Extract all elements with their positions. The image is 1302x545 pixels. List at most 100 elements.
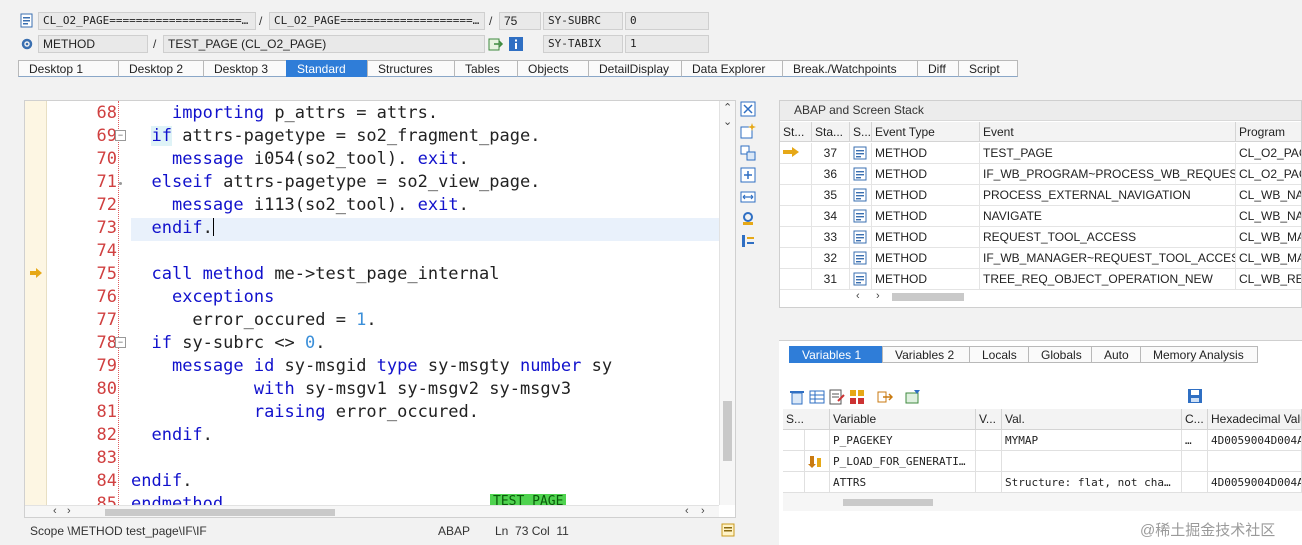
stack-program-cell[interactable]: CL_WB_REF [1236,269,1301,290]
stack-type-icon[interactable] [850,227,872,248]
variable-hex-cell[interactable]: 4D0059004D004A [1208,430,1302,451]
breakpoint-gutter[interactable] [25,101,47,517]
stack-type-icon[interactable] [850,248,872,269]
fold-toggle-icon[interactable]: − [115,130,126,141]
variable-status-cell[interactable] [805,451,830,472]
edit-list-icon[interactable] [829,389,845,408]
stack-event-type-cell[interactable]: METHOD [872,248,980,269]
tab-standard[interactable]: Standard [286,60,368,77]
tab-script[interactable]: Script [958,60,1018,77]
variable-row-selector[interactable] [783,472,805,493]
variable-more-cell[interactable]: … [1182,430,1208,451]
stack-row-marker[interactable] [780,206,812,227]
stack-level-cell[interactable]: 32 [812,248,850,269]
stack-row-marker[interactable] [780,143,812,164]
fold-toggle-icon[interactable]: − [115,337,126,348]
stack-column-header[interactable]: Event Type [872,122,980,142]
tab-break-watchpoints[interactable]: Break./Watchpoints [782,60,918,77]
variables-column-header[interactable]: S... [783,409,830,430]
stack-row-marker[interactable] [780,227,812,248]
variable-more-cell[interactable] [1182,472,1208,493]
stack-event-type-cell[interactable]: METHOD [872,206,980,227]
tab-desktop-3[interactable]: Desktop 3 [203,60,287,77]
stack-event-type-cell[interactable]: METHOD [872,185,980,206]
variable-edit-cell[interactable] [976,451,1002,472]
variable-hex-cell[interactable]: 4D0059004D004A [1208,472,1302,493]
stack-column-header[interactable]: Program [1236,122,1301,142]
variable-status-cell[interactable] [805,430,830,451]
variable-edit-cell[interactable] [976,430,1002,451]
variable-more-cell[interactable] [1182,451,1208,472]
delete-icon[interactable] [789,389,805,408]
variable-value-cell[interactable]: MYMAP [1002,430,1182,451]
stack-program-cell[interactable]: CL_O2_PAGE [1236,164,1301,185]
program-field[interactable]: CL_O2_PAGE====================… [38,12,256,30]
stack-row-marker[interactable] [780,248,812,269]
variable-name-cell[interactable]: ATTRS [830,472,976,493]
variables-column-header[interactable]: Val. [1002,409,1182,430]
stack-event-type-cell[interactable]: METHOD [872,269,980,290]
stack-column-header[interactable]: Event [980,122,1236,142]
source-editor[interactable]: 68 69 70 71 72 73 74 75 76 77 78 79 80 81 82 83 84 85 − −… [24,100,736,518]
save-icon[interactable] [1187,388,1203,407]
variables-column-header[interactable]: C... [1182,409,1208,430]
variable-edit-cell[interactable] [976,472,1002,493]
scroll-right-icon[interactable]: › [701,505,705,517]
event-type-field[interactable]: METHOD [38,35,148,53]
stack-program-cell[interactable]: CL_WB_NAV [1236,185,1301,206]
variable-row-selector[interactable] [783,430,805,451]
event-field[interactable]: TEST_PAGE (CL_O2_PAGE) [163,35,485,53]
scroll-left-icon[interactable]: ‹ [856,290,860,302]
swap-tool-icon[interactable] [740,145,756,161]
scroll-right-icon[interactable]: › [67,505,71,517]
variable-name-cell[interactable]: P_LOAD_FOR_GENERATI… [830,451,976,472]
navigate-icon[interactable] [488,36,504,52]
stack-level-cell[interactable]: 31 [812,269,850,290]
scroll-right-icon[interactable]: › [876,290,880,302]
variable-row-selector[interactable] [783,451,805,472]
stack-program-cell[interactable]: CL_WB_NAV [1236,206,1301,227]
stack-column-header[interactable]: S... [850,122,872,142]
scroll-down-icon[interactable]: ⌄ [723,115,732,128]
stack-event-cell[interactable]: IF_WB_PROGRAM~PROCESS_WB_REQUEST [980,164,1236,185]
variable-value-cell[interactable] [1002,451,1182,472]
stack-event-cell[interactable]: REQUEST_TOOL_ACCESS [980,227,1236,248]
editor-horizontal-scrollbar[interactable]: ‹ › ‹ › [25,505,719,517]
tab-variables-2[interactable]: Variables 2 [882,346,970,363]
scroll-left-icon[interactable]: ‹ [685,505,689,517]
stack-horizontal-scrollbar[interactable]: ‹ › [852,288,1301,306]
maximize-icon[interactable] [740,167,756,183]
settings-icon[interactable] [740,233,756,249]
tab-globals[interactable]: Globals [1028,346,1092,363]
stack-level-cell[interactable]: 36 [812,164,850,185]
editor-vertical-scrollbar[interactable]: ⌃ ⌄ [719,101,735,505]
stack-column-header[interactable]: St... [780,122,812,142]
tab-variables-1[interactable]: Variables 1 [789,346,883,363]
line-number-field[interactable]: 75 [499,12,541,30]
stack-column-header[interactable]: Sta... [812,122,850,142]
stack-type-icon[interactable] [850,206,872,227]
tab-objects[interactable]: Objects [517,60,589,77]
table-view-icon[interactable] [809,389,825,408]
variable-value-cell[interactable]: Structure: flat, not cha… [1002,472,1182,493]
vertical-scroll-thumb[interactable] [723,401,732,461]
stack-level-cell[interactable]: 33 [812,227,850,248]
stack-program-cell[interactable]: CL_WB_MA [1236,227,1301,248]
horizontal-scroll-thumb[interactable] [105,509,335,516]
stack-event-type-cell[interactable]: METHOD [872,227,980,248]
scroll-left-icon[interactable]: ‹ [53,505,57,517]
stack-type-icon[interactable] [850,164,872,185]
stack-row-marker[interactable] [780,185,812,206]
stack-type-icon[interactable] [850,269,872,290]
tab-structures[interactable]: Structures [367,60,455,77]
stack-level-cell[interactable]: 37 [812,143,850,164]
stack-row-marker[interactable] [780,164,812,185]
variables-horizontal-scrollbar[interactable] [783,493,1302,511]
filter-icon[interactable] [905,389,921,408]
stack-row-marker[interactable] [780,269,812,290]
variables-column-header[interactable]: V... [976,409,1002,430]
tab-desktop-1[interactable]: Desktop 1 [18,60,119,77]
stack-program-cell[interactable]: CL_O2_PAGE [1236,143,1301,164]
stack-level-cell[interactable]: 35 [812,185,850,206]
tab-tables[interactable]: Tables [454,60,518,77]
